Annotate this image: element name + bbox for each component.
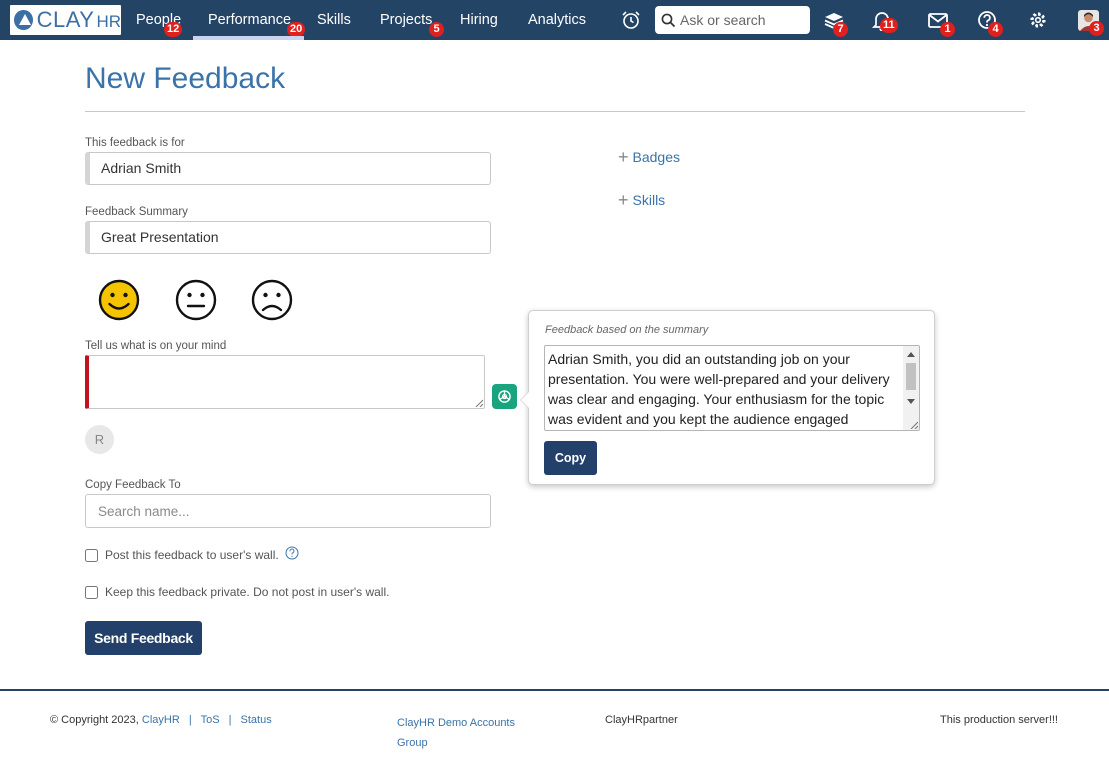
ai-generate-button[interactable] [492, 384, 517, 409]
footer-divider [0, 689, 1109, 691]
private-label: Keep this feedback private. Do not post … [105, 585, 390, 599]
author-avatar: R [85, 425, 114, 454]
footer-clayhr-link[interactable]: ClayHR [142, 714, 180, 726]
nav-item-analytics-label: Analytics [528, 12, 587, 28]
badges-label: Badges [632, 149, 680, 165]
footer-copyright: © Copyright 2023, ClayHR | ToS | Status [50, 714, 272, 726]
add-skills-link[interactable]: + Skills [618, 190, 666, 210]
gear-icon[interactable] [1027, 9, 1049, 31]
footer-separator: | [228, 714, 232, 726]
plus-icon: + [618, 147, 629, 167]
title-divider [85, 111, 1025, 112]
global-search-box[interactable] [655, 6, 810, 34]
plus-icon: + [618, 190, 629, 210]
mind-label: Tell us what is on your mind [85, 340, 227, 352]
footer-partner: ClayHRpartner [605, 714, 678, 726]
scroll-up-arrow-icon[interactable] [907, 352, 915, 357]
question-help-icon[interactable] [285, 546, 299, 560]
feedback-message-textarea[interactable] [85, 355, 485, 409]
generated-feedback-text: Adrian Smith, you did an outstanding job… [548, 351, 890, 427]
sad-face-icon[interactable] [251, 279, 293, 321]
generated-feedback-scrollbar[interactable] [903, 346, 919, 430]
footer-tos-link[interactable]: ToS [201, 714, 220, 726]
active-tab-indicator [193, 36, 304, 40]
footer-group-link[interactable]: Group [397, 737, 428, 749]
resize-grip-icon[interactable] [910, 421, 918, 429]
global-search-input[interactable] [680, 12, 800, 28]
copy-feedback-label: Copy Feedback To [85, 479, 181, 491]
page-title: New Feedback [85, 62, 286, 95]
nav-item-performance-label: Performance [208, 12, 292, 28]
copy-feedback-search-input[interactable] [85, 494, 491, 528]
performance-badge: 20 [287, 22, 306, 37]
post-wall-row: Post this feedback to user's wall. [85, 546, 299, 562]
clayhr-logo[interactable]: CLAY HR [10, 5, 121, 35]
send-feedback-button[interactable]: Send Feedback [85, 621, 202, 655]
footer-status-link[interactable]: Status [241, 714, 272, 726]
nav-item-projects-label: Projects [380, 12, 433, 28]
nav-item-hiring-label: Hiring [460, 12, 498, 28]
nav-item-projects[interactable]: Projects [380, 0, 432, 40]
footer-server-note: This production server!!! [940, 714, 1058, 726]
post-wall-label: Post this feedback to user's wall. [105, 548, 279, 562]
learning-badge: 7 [833, 22, 848, 37]
resize-grip-icon[interactable] [475, 399, 483, 407]
private-row: Keep this feedback private. Do not post … [85, 585, 389, 599]
copy-button[interactable]: Copy [544, 441, 597, 475]
private-checkbox[interactable] [85, 585, 98, 599]
help-badge: 4 [988, 22, 1003, 37]
generated-feedback-textarea[interactable]: Adrian Smith, you did an outstanding job… [544, 345, 920, 431]
alarm-clock-icon[interactable] [620, 9, 642, 31]
clayhr-logo-mark-icon [14, 10, 33, 30]
feedback-for-label: This feedback is for [85, 137, 185, 149]
feedback-for-field[interactable]: Adrian Smith [85, 152, 491, 185]
footer-demo-accounts-link[interactable]: ClayHR Demo Accounts [397, 717, 515, 729]
copyright-text: © Copyright 2023, [50, 714, 139, 726]
notifications-badge: 11 [880, 18, 898, 33]
feedback-summary-field[interactable]: Great Presentation [85, 221, 491, 254]
ai-feedback-popover: Feedback based on the summary Adrian Smi… [520, 310, 935, 485]
nav-item-hiring[interactable]: Hiring [460, 0, 498, 40]
logo-text: CLAY [36, 7, 95, 32]
top-navigation-bar: CLAY HR People 12 Performance 20 Skills … [0, 0, 1109, 40]
feedback-summary-label: Feedback Summary [85, 206, 188, 218]
nav-item-performance[interactable]: Performance [208, 0, 291, 40]
happy-face-icon[interactable] [98, 279, 140, 321]
scroll-thumb[interactable] [906, 363, 916, 390]
people-badge: 12 [164, 22, 183, 37]
footer-separator: | [188, 714, 192, 726]
nav-item-analytics[interactable]: Analytics [528, 0, 586, 40]
neutral-face-icon[interactable] [175, 279, 217, 321]
nav-item-skills-label: Skills [317, 12, 351, 28]
scroll-down-arrow-icon[interactable] [907, 399, 915, 404]
profile-badge: 3 [1089, 21, 1104, 36]
mail-badge: 1 [940, 22, 955, 37]
post-wall-checkbox[interactable] [85, 548, 98, 562]
ai-knot-icon [498, 390, 511, 403]
search-icon [661, 13, 676, 27]
skills-label: Skills [632, 192, 666, 208]
popover-arrow [520, 391, 529, 409]
nav-item-skills[interactable]: Skills [317, 0, 351, 40]
logo-suffix: HR [96, 11, 121, 31]
projects-badge: 5 [429, 22, 444, 37]
add-badges-link[interactable]: + Badges [618, 147, 680, 167]
popover-title: Feedback based on the summary [545, 324, 709, 336]
